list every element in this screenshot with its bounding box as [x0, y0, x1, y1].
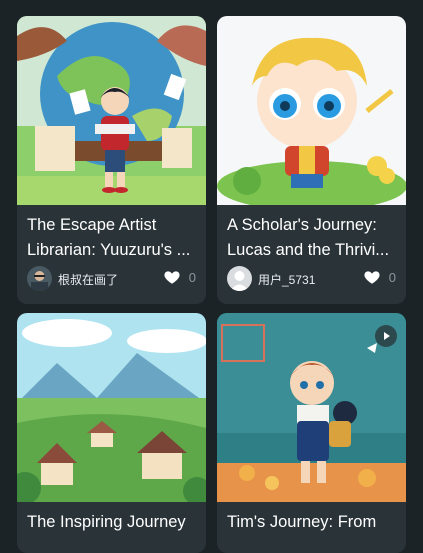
user-avatar[interactable] [27, 266, 52, 291]
card-title[interactable]: Tim's Journey: From [217, 510, 406, 553]
feed-card[interactable]: Tim's Journey: From [217, 313, 406, 553]
like-control[interactable]: 0 [356, 266, 396, 292]
like-control[interactable]: 0 [156, 266, 196, 292]
heart-icon[interactable] [163, 268, 181, 286]
card-title[interactable]: The Escape Artist Librarian: Yuuzuru's .… [17, 213, 206, 263]
username[interactable]: 用户_5731 [258, 271, 315, 288]
card-thumbnail-image[interactable] [17, 16, 206, 205]
like-count: 0 [188, 270, 196, 285]
card-title[interactable]: The Inspiring Journey [17, 510, 206, 553]
play-icon [384, 332, 390, 340]
feed-card[interactable]: The Inspiring Journey [17, 313, 206, 553]
like-count: 0 [388, 270, 396, 285]
feed-card[interactable]: The Escape Artist Librarian: Yuuzuru's .… [17, 16, 206, 304]
card-meta: 用户_5731 0 [227, 266, 396, 292]
default-user-avatar-icon [227, 266, 252, 291]
play-button[interactable] [375, 325, 397, 347]
card-thumbnail-image[interactable] [217, 16, 406, 205]
feed-card[interactable]: A Scholar's Journey: Lucas and the Thriv… [217, 16, 406, 304]
card-title[interactable]: A Scholar's Journey: Lucas and the Thriv… [217, 213, 406, 263]
card-meta: 根叔在画了 0 [27, 266, 196, 292]
heart-icon[interactable] [363, 268, 381, 286]
username[interactable]: 根叔在画了 [58, 271, 118, 288]
card-thumbnail-image[interactable] [17, 313, 206, 502]
user-photo-avatar-icon [27, 266, 52, 291]
user-avatar[interactable] [227, 266, 252, 291]
